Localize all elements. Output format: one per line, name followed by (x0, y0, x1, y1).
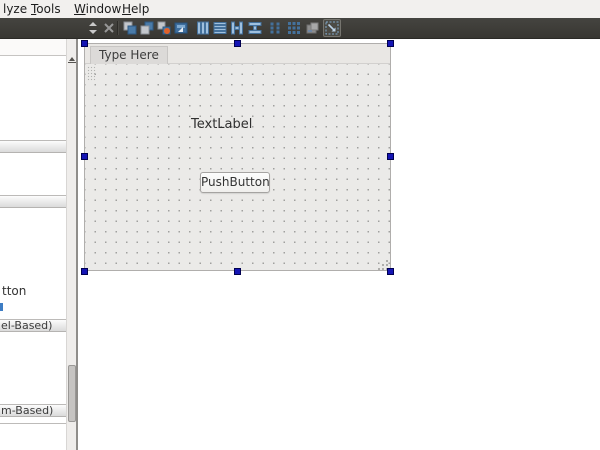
widget-box-panel-border (0, 423, 66, 424)
selection-handle-mid-left[interactable] (81, 153, 88, 160)
updown-arrows-icon[interactable] (85, 20, 101, 36)
selection-handle-top-center[interactable] (234, 40, 241, 47)
edit-tab-order-icon[interactable] (173, 20, 189, 36)
menu-analyze[interactable]: lyze (0, 1, 30, 17)
adjust-size-icon[interactable] (323, 19, 341, 37)
widget-box-section-header-model-based[interactable]: el-Based) (0, 319, 66, 332)
lower-widget-icon[interactable] (139, 20, 155, 36)
layout-vertical-splitter-icon[interactable] (247, 20, 263, 36)
layout-horizontal-splitter-icon[interactable] (229, 20, 245, 36)
menu-tools[interactable]: Tools (28, 1, 64, 17)
break-layout-icon[interactable] (304, 20, 320, 36)
widget-box-filter-row[interactable] (0, 39, 66, 56)
widget-item-icon[interactable] (0, 303, 3, 311)
widget-box-section-header-1[interactable] (0, 140, 66, 153)
selection-handle-bottom-center[interactable] (234, 268, 241, 275)
form-menu-bar: Type Here (85, 44, 390, 64)
selection-handle-top-right[interactable] (387, 40, 394, 47)
edit-signals-slots-icon[interactable] (156, 20, 172, 36)
scroll-up-icon[interactable] (68, 57, 76, 64)
form-dot-grid[interactable]: TextLabel PushButton (85, 64, 390, 270)
sidebar-scrollbar-thumb[interactable] (68, 365, 76, 422)
layout-horizontal-icon[interactable] (195, 20, 211, 36)
form-text-label[interactable]: TextLabel (191, 117, 252, 132)
selection-handle-bottom-left[interactable] (81, 268, 88, 275)
layout-form-icon[interactable] (267, 20, 283, 36)
layout-grid-icon[interactable] (286, 20, 302, 36)
selection-handle-top-left[interactable] (81, 40, 88, 47)
menu-bar: lyze Tools Window Help (0, 0, 600, 18)
menu-placeholder[interactable]: Type Here (90, 46, 168, 65)
selection-handle-mid-right[interactable] (387, 153, 394, 160)
designed-form[interactable]: Type Here TextLabel PushButton (84, 43, 391, 271)
layout-indicator-dots (87, 66, 96, 81)
form-editor-toolbar (0, 18, 600, 39)
widget-box-section-header-2[interactable] (0, 195, 66, 208)
sidebar-scrollbar-track (66, 39, 76, 450)
delete-icon[interactable] (101, 20, 117, 36)
widget-box-item-button[interactable]: tton (2, 284, 26, 298)
selection-handle-bottom-right[interactable] (387, 268, 394, 275)
widget-box-sidebar: tton el-Based) m-Based) (0, 39, 66, 450)
form-push-button[interactable]: PushButton (200, 172, 270, 193)
menu-window[interactable]: Window (71, 1, 124, 17)
layout-vertical-icon[interactable] (212, 20, 228, 36)
qt-designer-window: lyze Tools Window Help (0, 0, 600, 450)
raise-widget-icon[interactable] (122, 20, 138, 36)
toolbar-separator (117, 21, 119, 35)
menu-help[interactable]: Help (119, 1, 152, 17)
widget-box-section-header-item-based[interactable]: m-Based) (0, 404, 66, 417)
